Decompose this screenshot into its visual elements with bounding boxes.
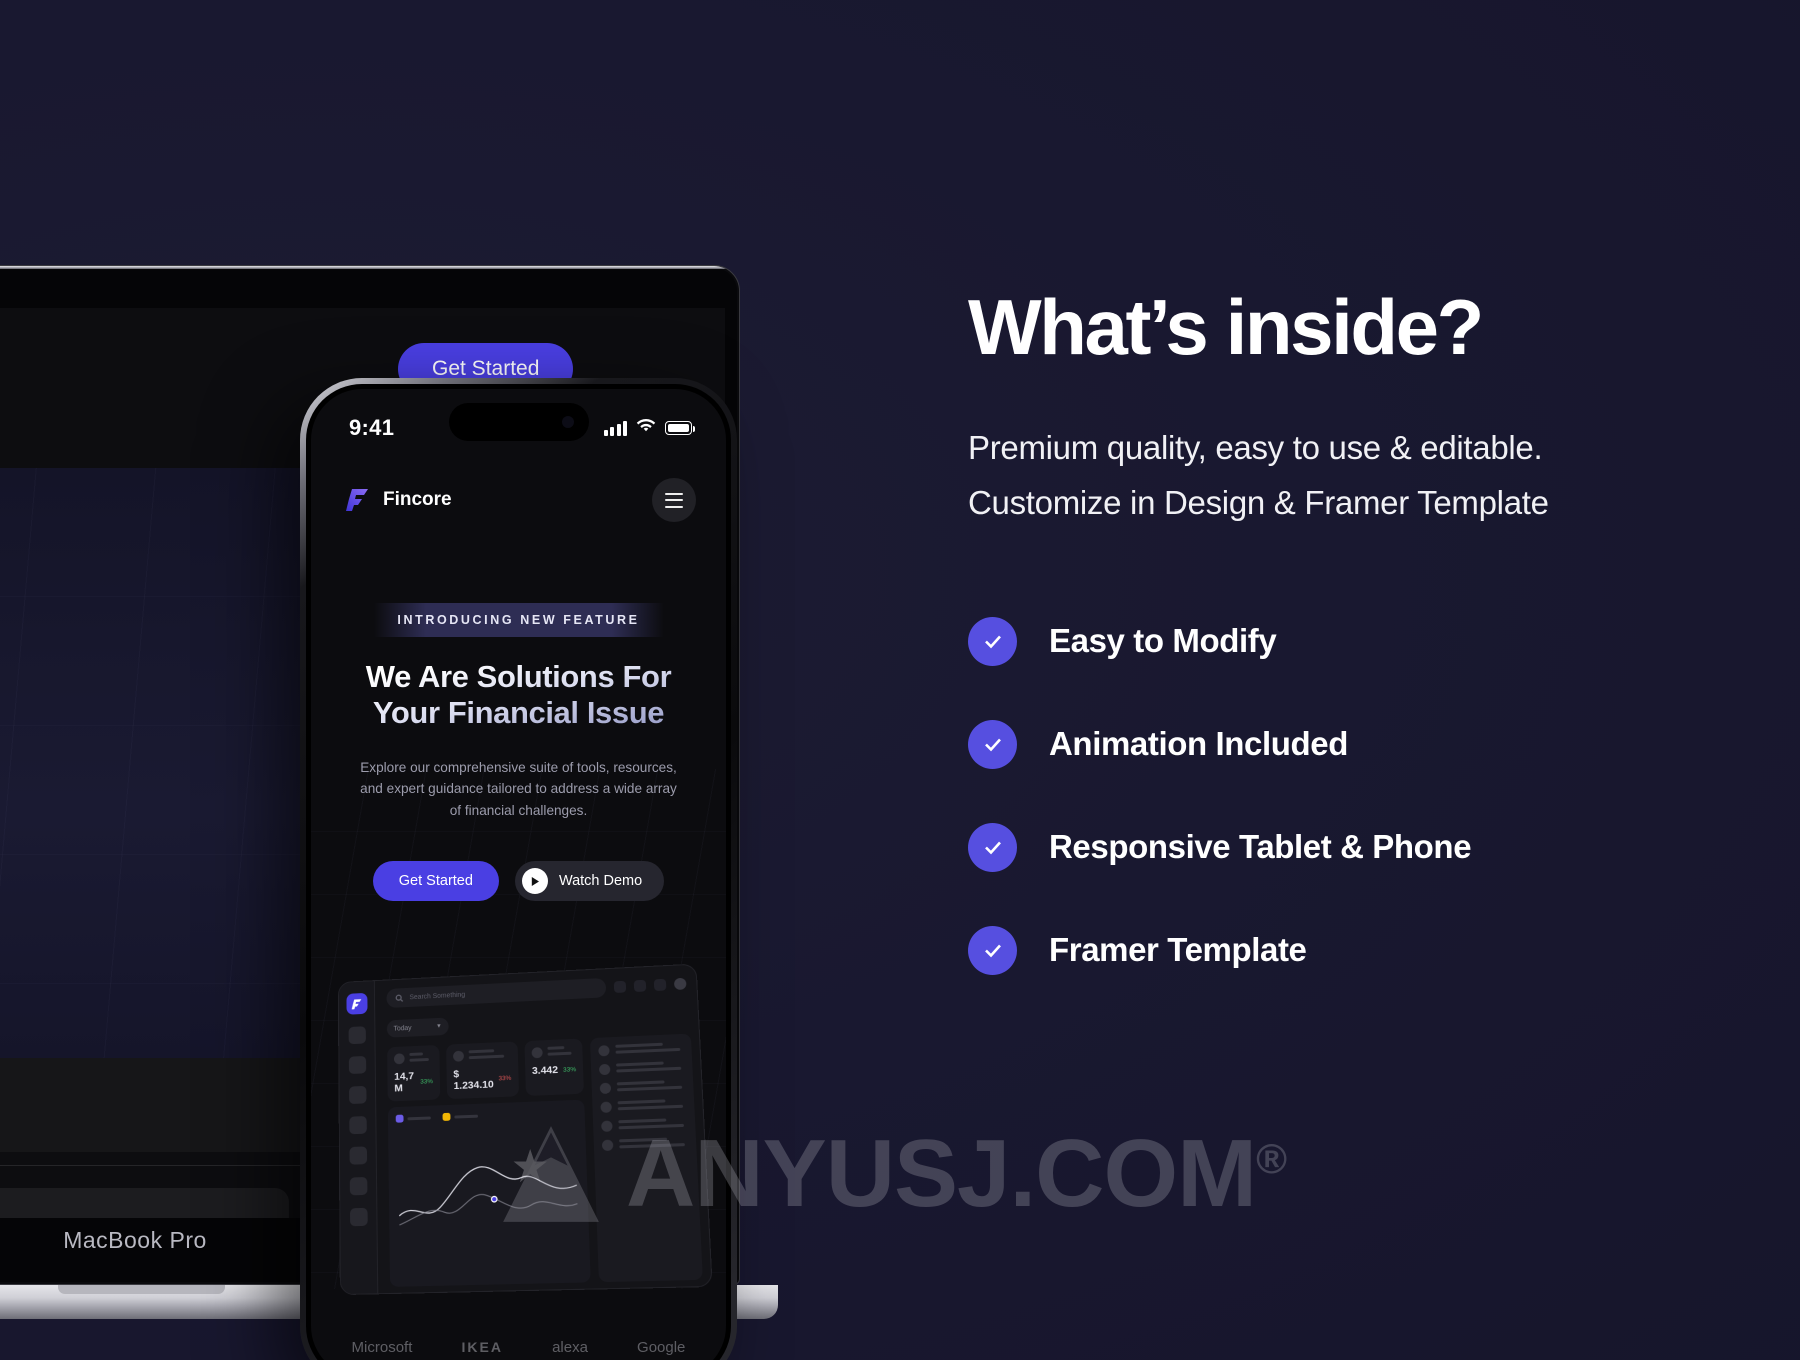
- avatar: [531, 1047, 543, 1059]
- sidebar-item-help[interactable]: [349, 1177, 367, 1196]
- stat-value: 3.442: [531, 1064, 559, 1078]
- legend-item: [395, 1114, 431, 1123]
- hamburger-menu-icon[interactable]: [652, 478, 696, 522]
- feature-label: Framer Template: [1049, 931, 1307, 969]
- phone-navbar: Fincore: [311, 461, 726, 539]
- phone-hero-section: INTRODUCING NEW FEATURE We Are Solutions…: [311, 539, 726, 1360]
- status-time: 9:41: [349, 415, 395, 440]
- phone-brand-logos: Microsoft IKEA alexa Google: [311, 1325, 726, 1360]
- list-item: [598, 1042, 683, 1057]
- list-item: [601, 1118, 687, 1132]
- phone-brand[interactable]: Fincore: [343, 486, 452, 514]
- screenshot-canvas: Feature Pricing Get Started NEW FEATURE …: [0, 0, 1800, 1360]
- brand-logo-ikea: IKEA: [461, 1339, 503, 1355]
- page-description: Premium quality, easy to use & editable.…: [968, 429, 1549, 522]
- brand-logo-microsoft: Microsoft: [351, 1338, 413, 1356]
- list-item: [598, 1061, 684, 1076]
- phone-mockup: 9:41 Fincore INTRODUCING NEW FEATURE We …: [300, 378, 737, 1360]
- legend-item: [442, 1112, 479, 1121]
- stat-delta: 33%: [498, 1074, 512, 1082]
- chevron-down-icon: ▼: [436, 1023, 442, 1030]
- search-icon: [395, 993, 404, 1002]
- feature-item-easy-to-modify: Easy to Modify: [968, 616, 1668, 666]
- feature-item-framer-template: Framer Template: [968, 925, 1668, 975]
- phone-hero-actions: Get Started Watch Demo: [311, 861, 726, 901]
- content-panel: What’s inside? Premium quality, easy to …: [968, 288, 1668, 975]
- settings-icon[interactable]: [633, 979, 647, 993]
- sidebar-item-dashboard[interactable]: [348, 1026, 366, 1045]
- feature-label: Animation Included: [1049, 725, 1348, 763]
- fincore-logo-icon: [345, 992, 368, 1015]
- fincore-logo-icon: [343, 486, 371, 514]
- avatar: [452, 1050, 464, 1062]
- feature-item-responsive-tablet-phone: Responsive Tablet & Phone: [968, 822, 1668, 872]
- sidebar-item-cards[interactable]: [349, 1146, 367, 1165]
- dashboard-search-placeholder: Search Something: [409, 991, 466, 1001]
- stat-delta: 33%: [420, 1077, 433, 1086]
- list-item: [600, 1099, 686, 1113]
- phone-watch-demo-label: Watch Demo: [558, 873, 643, 889]
- phone-watch-demo-button[interactable]: Watch Demo: [514, 861, 665, 901]
- dashboard-search-input[interactable]: Search Something: [386, 977, 607, 1009]
- chart-lines: [396, 1122, 582, 1256]
- chat-icon[interactable]: [613, 980, 627, 994]
- wifi-icon: [636, 418, 656, 438]
- laptop-dashboard-card: [0, 1188, 289, 1218]
- check-icon: [968, 925, 1017, 975]
- dashboard-period-filter[interactable]: Today ▼: [386, 1017, 449, 1038]
- chart-legend: [395, 1108, 577, 1123]
- check-icon: [968, 719, 1017, 769]
- dashboard-stat-cards: 14,7 M 33% $ 1.234.10 33% 3.442 33%: [387, 1038, 584, 1102]
- stat-value: $ 1.234.10: [453, 1068, 494, 1093]
- brand-logo-alexa: alexa: [552, 1338, 588, 1356]
- dashboard-activity-list: [589, 1033, 703, 1283]
- dashboard-line-chart: [387, 1099, 591, 1287]
- dashboard-topbar: Search Something: [386, 974, 687, 1009]
- dashboard-sidebar: [338, 981, 379, 1295]
- dynamic-island: [448, 403, 589, 441]
- sidebar-item-settings[interactable]: [349, 1207, 368, 1227]
- phone-brand-label: Fincore: [383, 489, 452, 510]
- feature-item-animation-included: Animation Included: [968, 719, 1668, 769]
- feature-label: Responsive Tablet & Phone: [1049, 828, 1472, 866]
- sidebar-item-transfer[interactable]: [348, 1085, 367, 1105]
- phone-hero-subtext: Explore our comprehensive suite of tools…: [360, 760, 677, 818]
- cellular-bars-icon: [603, 420, 627, 436]
- sidebar-item-wallet[interactable]: [348, 1055, 366, 1075]
- feature-list: Easy to Modify Animation Included Respon…: [968, 616, 1668, 975]
- dashboard-period-label: Today: [393, 1024, 412, 1033]
- list-item: [601, 1137, 688, 1152]
- phone-get-started-button[interactable]: Get Started: [372, 861, 499, 901]
- dashboard-stat-card: $ 1.234.10 33%: [445, 1041, 519, 1100]
- page-title: What’s inside?: [968, 283, 1484, 371]
- check-icon: [968, 822, 1017, 872]
- bell-icon[interactable]: [653, 978, 667, 992]
- stat-value: 14,7 M: [394, 1070, 415, 1095]
- dashboard-stat-card: 14,7 M 33%: [387, 1044, 441, 1102]
- feature-label: Easy to Modify: [1049, 622, 1277, 660]
- phone-hero-badge: INTRODUCING NEW FEATURE: [373, 603, 664, 637]
- check-icon: [968, 616, 1017, 666]
- dashboard-stat-card: 3.442 33%: [524, 1038, 584, 1097]
- phone-hero-heading: We Are Solutions For Your Financial Issue: [311, 659, 726, 731]
- list-item: [599, 1080, 686, 1095]
- phone-bezel: 9:41 Fincore INTRODUCING NEW FEATURE We …: [306, 384, 731, 1360]
- sidebar-item-reports[interactable]: [348, 1116, 367, 1135]
- avatar[interactable]: [673, 977, 687, 991]
- phone-screen: 9:41 Fincore INTRODUCING NEW FEATURE We …: [311, 389, 726, 1360]
- phone-dashboard-preview: Search Something Today ▼ 14,7 M 33% $ 1.…: [337, 963, 713, 1296]
- brand-logo-google: Google: [637, 1338, 686, 1356]
- stat-delta: 33%: [562, 1065, 577, 1074]
- battery-icon: [665, 421, 695, 435]
- avatar: [393, 1053, 405, 1065]
- play-icon: [521, 868, 548, 894]
